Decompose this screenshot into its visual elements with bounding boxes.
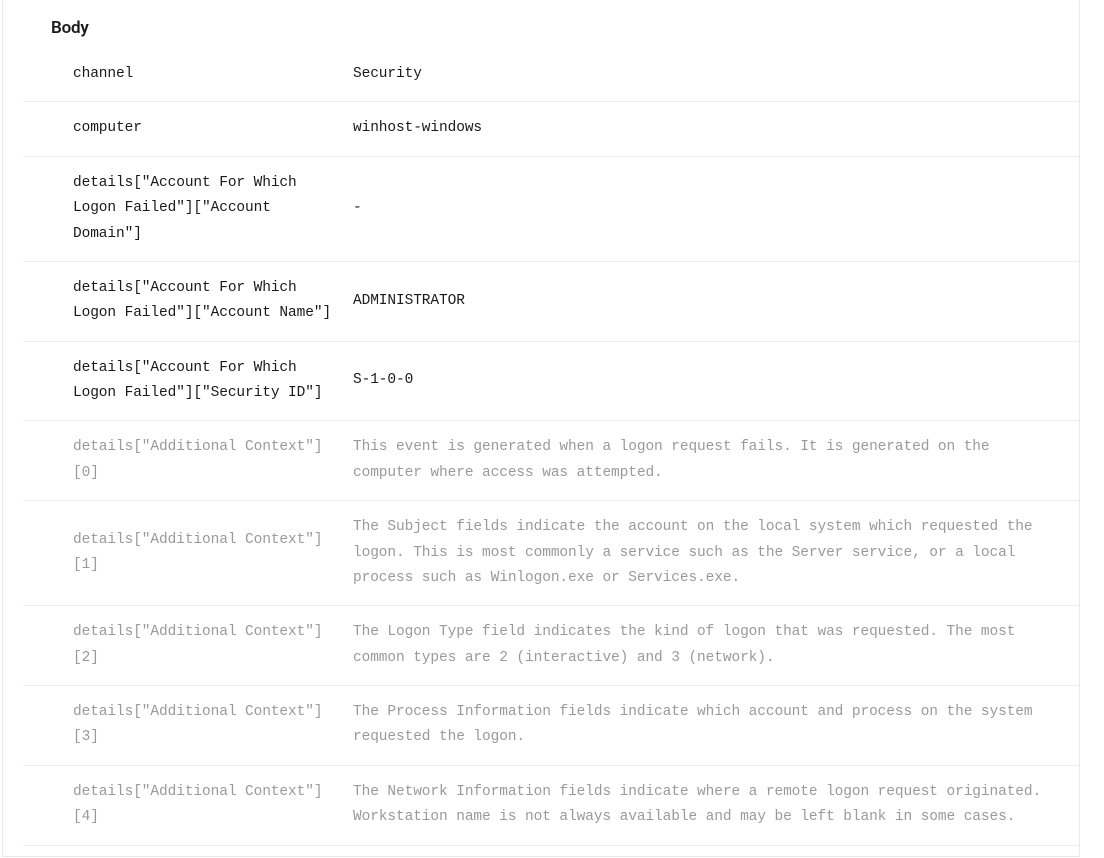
row-key: details["Account For Which Logon Failed"… — [23, 171, 333, 247]
row-key: details["Additional Context"][4] — [23, 780, 333, 831]
row-value: winhost-windows — [353, 116, 1079, 141]
row-value: - — [353, 196, 1079, 221]
row-value: S-1-0-0 — [353, 368, 1079, 393]
row-value: The Subject fields indicate the account … — [353, 515, 1079, 591]
table-row: details["Account For Which Logon Failed"… — [23, 262, 1079, 342]
row-key: details["Additional Context"][3] — [23, 700, 333, 751]
row-key: details["Account For Which Logon Failed"… — [23, 276, 333, 327]
row-value: Security — [353, 62, 1079, 87]
row-key: channel — [23, 62, 333, 87]
table-row: channel Security — [23, 48, 1079, 102]
row-value: The Network Information fields indicate … — [353, 780, 1079, 831]
table-row: details["Additional Context"][1] The Subj… — [23, 501, 1079, 606]
body-table: channel Security computer winhost-windows de… — [23, 48, 1079, 846]
table-row: details["Additional Context"][3] The Proc… — [23, 686, 1079, 766]
body-panel: Body channel Security computer winhost-wind… — [2, 0, 1080, 857]
row-key: details["Additional Context"][1] — [23, 528, 333, 579]
table-row: computer winhost-windows — [23, 102, 1079, 156]
table-row: details["Additional Context"][0] This eve… — [23, 421, 1079, 501]
row-key: details["Additional Context"][0] — [23, 435, 333, 486]
table-row: details["Additional Context"][2] The Logo… — [23, 606, 1079, 686]
row-key: computer — [23, 116, 333, 141]
row-key: details["Account For Which Logon Failed"… — [23, 356, 333, 407]
table-row: details["Additional Context"][4] The Netw… — [23, 766, 1079, 846]
row-key: details["Additional Context"][2] — [23, 620, 333, 671]
row-value: ADMINISTRATOR — [353, 289, 1079, 314]
table-row: details["Account For Which Logon Failed"… — [23, 342, 1079, 422]
section-title: Body — [3, 0, 1079, 42]
row-value: The Process Information fields indicate … — [353, 700, 1079, 751]
row-value: The Logon Type field indicates the kind … — [353, 620, 1079, 671]
row-value: This event is generated when a logon req… — [353, 435, 1079, 486]
table-row: details["Account For Which Logon Failed"… — [23, 157, 1079, 262]
